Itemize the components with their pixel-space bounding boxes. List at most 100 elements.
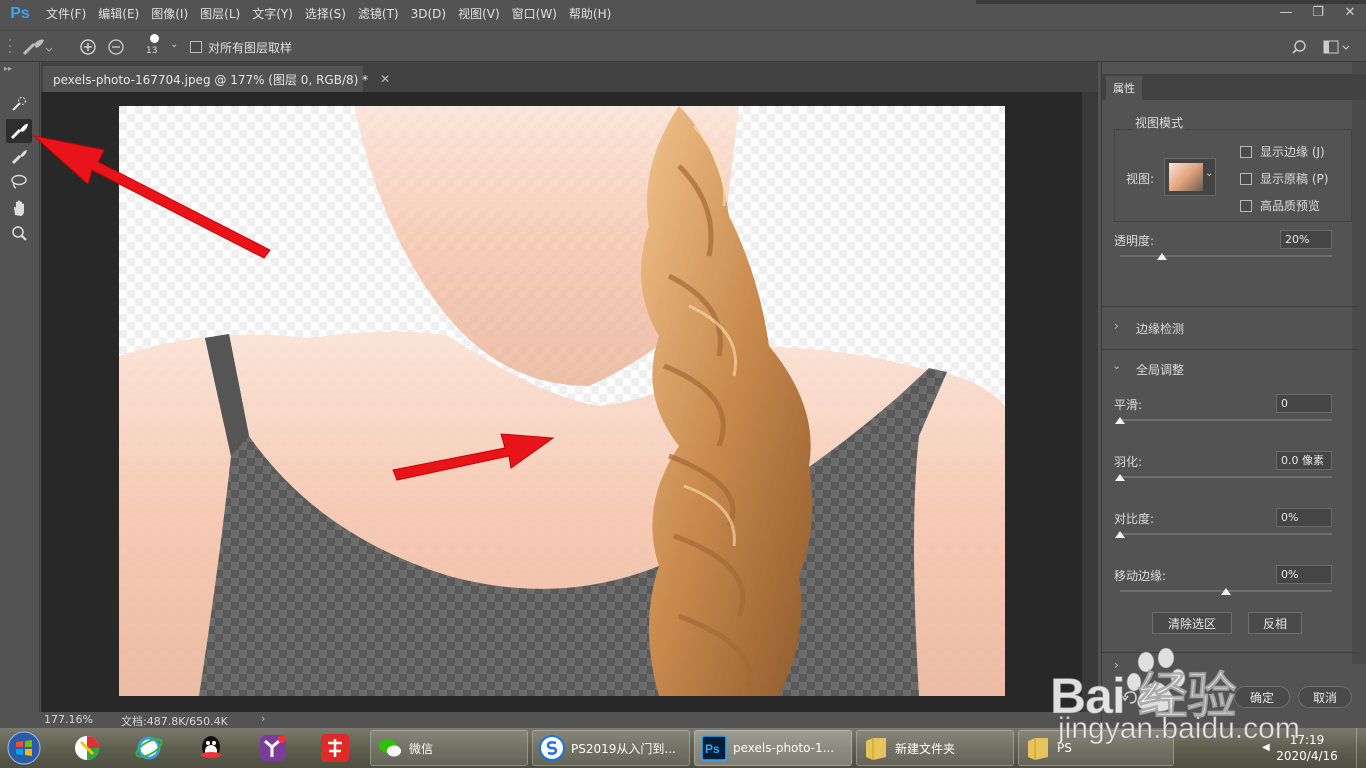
zoom-tool[interactable] (6, 222, 32, 246)
taskbar-item-photoshop[interactable]: Ps pexels-photo-1... (694, 730, 852, 766)
menu-item[interactable]: 文字(Y) (246, 0, 299, 28)
close-button[interactable]: ✕ (1334, 0, 1366, 24)
show-edge-checkbox[interactable] (1240, 145, 1252, 158)
folder-icon (1025, 735, 1051, 761)
contrast-slider[interactable] (1120, 533, 1332, 535)
opacity-slider[interactable] (1120, 255, 1332, 257)
tool-preset-picker[interactable] (16, 34, 56, 60)
hq-preview-label: 高品质预览 (1260, 199, 1321, 213)
show-edge-option[interactable]: 显示边缘 (J) (1240, 143, 1325, 160)
clear-selection-button[interactable]: 清除选区 (1152, 612, 1232, 634)
restore-button[interactable]: ❐ (1302, 0, 1334, 24)
contrast-slider-knob[interactable] (1115, 531, 1125, 538)
shift-edge-input[interactable]: 0% (1276, 565, 1332, 584)
menu-item[interactable]: 3D(D) (405, 0, 452, 28)
chevron-right-icon[interactable]: › (1114, 658, 1119, 672)
subtract-from-selection-button[interactable] (104, 35, 128, 59)
feather-slider-knob[interactable] (1115, 474, 1125, 481)
menu-item[interactable]: 选择(S) (299, 0, 352, 28)
properties-scrollbar[interactable] (1352, 62, 1366, 664)
quick-selection-tool[interactable] (6, 92, 32, 116)
chevron-down-icon[interactable]: ⌄ (1112, 359, 1121, 372)
show-original-option[interactable]: 显示原稿 (P) (1240, 170, 1328, 187)
svg-text:Ps: Ps (705, 742, 720, 756)
menu-item[interactable]: 图层(L) (194, 0, 246, 28)
edge-detection-title[interactable]: 边缘检测 (1136, 320, 1184, 337)
hq-preview-option[interactable]: 高品质预览 (1240, 197, 1320, 214)
zoom-icon (12, 226, 27, 241)
sample-all-layers-option[interactable]: 对所有图层取样 (190, 38, 292, 56)
options-bar: 13 ⌄ 对所有图层取样 (0, 30, 1366, 62)
contrast-input[interactable]: 0% (1276, 508, 1332, 527)
app-qq-icon[interactable] (194, 732, 228, 764)
system-clock[interactable]: 17:19 2020/4/16 (1272, 732, 1342, 764)
brush-dot-icon (150, 34, 159, 43)
menu-item[interactable]: 窗口(W) (506, 0, 563, 28)
close-tab-icon[interactable]: ✕ (380, 72, 390, 86)
cancel-button[interactable]: 取消 (1298, 686, 1352, 708)
menu-item[interactable]: 滤镜(T) (352, 0, 405, 28)
shift-edge-slider-knob[interactable] (1221, 588, 1231, 595)
tray-expand-icon[interactable]: ◀ (1262, 742, 1270, 753)
zoom-level[interactable]: 177.16% (44, 713, 93, 726)
section-divider (1102, 349, 1357, 350)
view-thumbnail (1169, 163, 1203, 191)
feather-slider[interactable] (1120, 476, 1332, 478)
hand-tool[interactable] (6, 196, 32, 220)
menu-item[interactable]: 图像(I) (145, 0, 194, 28)
smooth-input[interactable]: 0 (1276, 394, 1332, 413)
sample-all-layers-checkbox[interactable] (190, 41, 202, 53)
feather-input[interactable]: 0.0 像素 (1276, 451, 1332, 470)
start-button[interactable] (4, 730, 44, 766)
smooth-slider[interactable] (1120, 419, 1332, 421)
taskbar-item-ps-folder[interactable]: PS (1018, 730, 1174, 766)
show-desktop-button[interactable] (1356, 728, 1366, 768)
taskbar-item-label: PS (1057, 741, 1072, 755)
wechat-icon (377, 735, 403, 761)
options-grip (4, 34, 16, 58)
search-button[interactable] (1288, 36, 1310, 58)
show-original-checkbox[interactable] (1240, 172, 1252, 185)
menu-item[interactable]: 编辑(E) (92, 0, 145, 28)
menu-item[interactable]: 视图(V) (452, 0, 506, 28)
hq-preview-checkbox[interactable] (1240, 199, 1252, 212)
photoshop-app-icon: Ps (701, 735, 727, 761)
menu-item[interactable]: 帮助(H) (563, 0, 617, 28)
taskbar-item-browser[interactable]: PS2019从入门到... (532, 730, 690, 766)
opacity-slider-knob[interactable] (1157, 253, 1168, 260)
lasso-tool[interactable] (6, 170, 32, 194)
ok-button[interactable]: 确定 (1234, 686, 1290, 708)
global-refine-title[interactable]: 全局调整 (1136, 361, 1184, 378)
refine-edge-brush-tool[interactable] (6, 119, 32, 143)
chevron-right-icon[interactable]: › (1114, 319, 1119, 333)
windows-taskbar: 微信 PS2019从入门到... Ps pexels-photo-1... 新建… (0, 728, 1366, 768)
status-menu-arrow-icon[interactable]: › (261, 712, 265, 725)
taskbar-item-label: 微信 (409, 741, 434, 756)
undo-icon[interactable] (1120, 688, 1140, 708)
smooth-slider-knob[interactable] (1115, 417, 1125, 424)
vertical-scrollbar[interactable] (1082, 92, 1098, 712)
brush-size-picker[interactable]: 13 ⌄ (136, 31, 178, 61)
red-arrow-tool-annotation (32, 135, 271, 259)
opacity-input[interactable]: 20% (1280, 230, 1332, 249)
app-ie-icon[interactable] (132, 732, 166, 764)
taskbar-item-wechat[interactable]: 微信 (370, 730, 528, 766)
taskbar-item-folder[interactable]: 新建文件夹 (856, 730, 1014, 766)
app-360-icon[interactable] (70, 732, 104, 764)
invert-button[interactable]: 反相 (1248, 612, 1302, 634)
properties-panel: 属性 视图模式 视图: ⌄ 显示边缘 (J) 显示原稿 (P) 高品质预览 透明… (1101, 62, 1366, 728)
properties-tab[interactable]: 属性 (1106, 76, 1142, 100)
add-to-selection-button[interactable] (76, 35, 100, 59)
document-size: 文档:487.8K/650.4K (121, 715, 228, 728)
minimize-button[interactable]: — (1270, 0, 1302, 24)
document-tab[interactable]: pexels-photo-167704.jpeg @ 177% (图层 0, R… (43, 66, 390, 92)
app-game-icon[interactable] (256, 732, 290, 764)
workspace-switcher[interactable] (1320, 36, 1354, 58)
menu-bar: Ps 文件(F) 编辑(E) 图像(I) 图层(L) 文字(Y) 选择(S) 滤镜(T) 3D… (0, 0, 1366, 28)
minus-circle-icon (108, 39, 124, 55)
brush-tool[interactable] (6, 144, 32, 168)
view-mode-dropdown[interactable]: ⌄ (1164, 158, 1216, 196)
menu-item[interactable]: 文件(F) (40, 0, 92, 28)
app-youdao-icon[interactable] (318, 732, 352, 764)
collapse-arrows-icon[interactable]: ▸▸ (4, 64, 12, 73)
